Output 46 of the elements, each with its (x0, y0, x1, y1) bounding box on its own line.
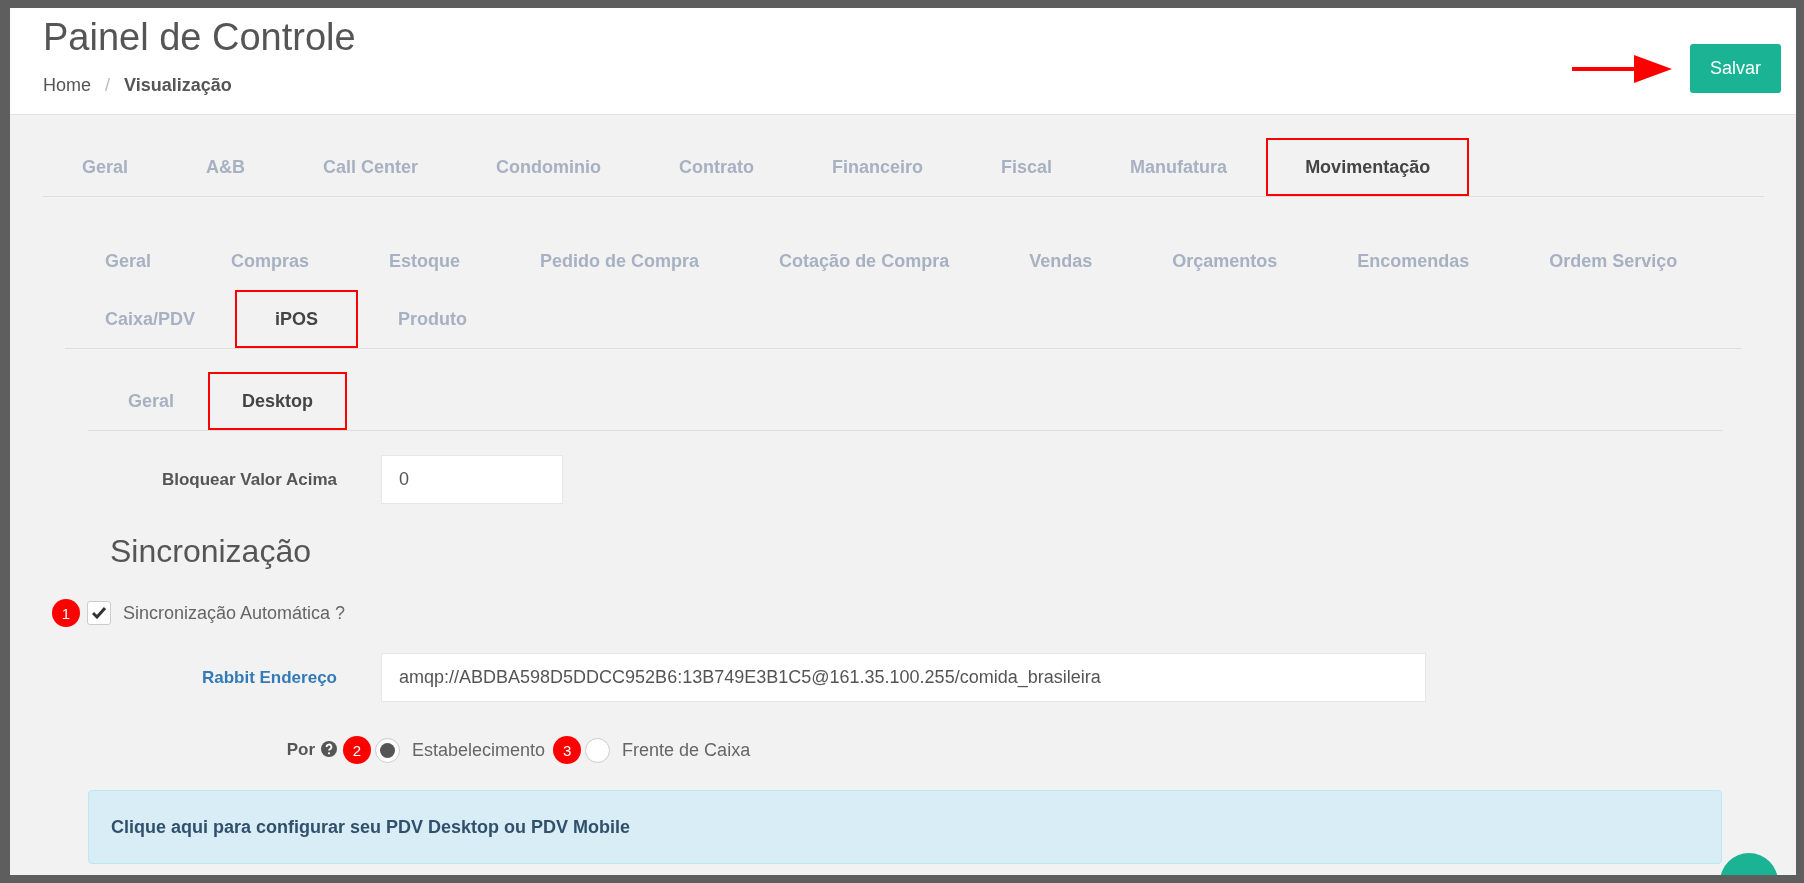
annotation-badge: 1 (52, 599, 80, 627)
tab[interactable]: Financeiro (793, 138, 963, 196)
tab[interactable]: Fiscal (962, 138, 1092, 196)
help-icon[interactable] (321, 741, 337, 757)
checkbox-label: Sincronização Automática ? (123, 602, 346, 624)
radio-button[interactable] (585, 737, 611, 763)
breadcrumb-item[interactable]: Home (43, 75, 91, 96)
field-label: Por (286, 740, 315, 759)
tab[interactable]: Geral (43, 138, 168, 196)
radio-button[interactable] (375, 737, 400, 763)
tab[interactable]: A&B (167, 138, 285, 196)
radio-label: Frente de Caixa (622, 739, 751, 761)
tab[interactable]: Pedido de Compra (500, 232, 740, 290)
field-label: Bloquear Valor Acima (160, 469, 337, 490)
annotation-badge: 3 (553, 736, 582, 764)
radio-label: Estabelecimento (412, 739, 546, 761)
tab[interactable]: Caixa/PDV (65, 290, 236, 348)
tab[interactable]: Encomendas (1317, 232, 1510, 290)
check-icon (92, 607, 106, 619)
checkbox[interactable] (87, 601, 111, 625)
tab[interactable]: Orçamentos (1132, 232, 1318, 290)
tab[interactable]: Geral (94, 372, 209, 430)
annotation-badge: 2 (343, 736, 371, 764)
tab[interactable]: iPOS (235, 290, 359, 348)
tab[interactable]: Estoque (349, 232, 501, 290)
info-alert[interactable]: Clique aqui para configurar seu PDV Desktop ou PDV Mobile (88, 790, 1722, 864)
tab[interactable]: Manufatura (1091, 138, 1267, 196)
tab[interactable]: Desktop (208, 372, 348, 430)
tab[interactable]: Movimentação (1266, 138, 1470, 196)
tab[interactable]: Call Center (284, 138, 458, 196)
breadcrumb-separator: / (105, 75, 111, 96)
tab[interactable]: Vendas (989, 232, 1133, 290)
tab[interactable]: Produto (358, 290, 508, 348)
input-field[interactable]: 0 (381, 455, 563, 504)
breadcrumb-item: Visualização (124, 75, 232, 96)
tab[interactable]: Compras (191, 232, 350, 290)
input-field[interactable]: amqp://ABDBA598D5DDCC952B6:13B749E3B1C5@161.35.100.255/comida_brasileira (381, 653, 1426, 702)
page-title: Painel de Controle (43, 16, 356, 59)
tab[interactable]: Geral (65, 232, 192, 290)
tab[interactable]: Cotação de Compra (739, 232, 990, 290)
tab[interactable]: Condominio (457, 138, 641, 196)
save-button[interactable]: Salvar (1689, 44, 1781, 93)
tab[interactable]: Contrato (640, 138, 794, 196)
tab[interactable]: Ordem Serviço (1509, 232, 1718, 290)
section-heading: Sincronização (110, 533, 312, 570)
field-label-link[interactable]: Rabbit Endereço (10, 667, 337, 688)
